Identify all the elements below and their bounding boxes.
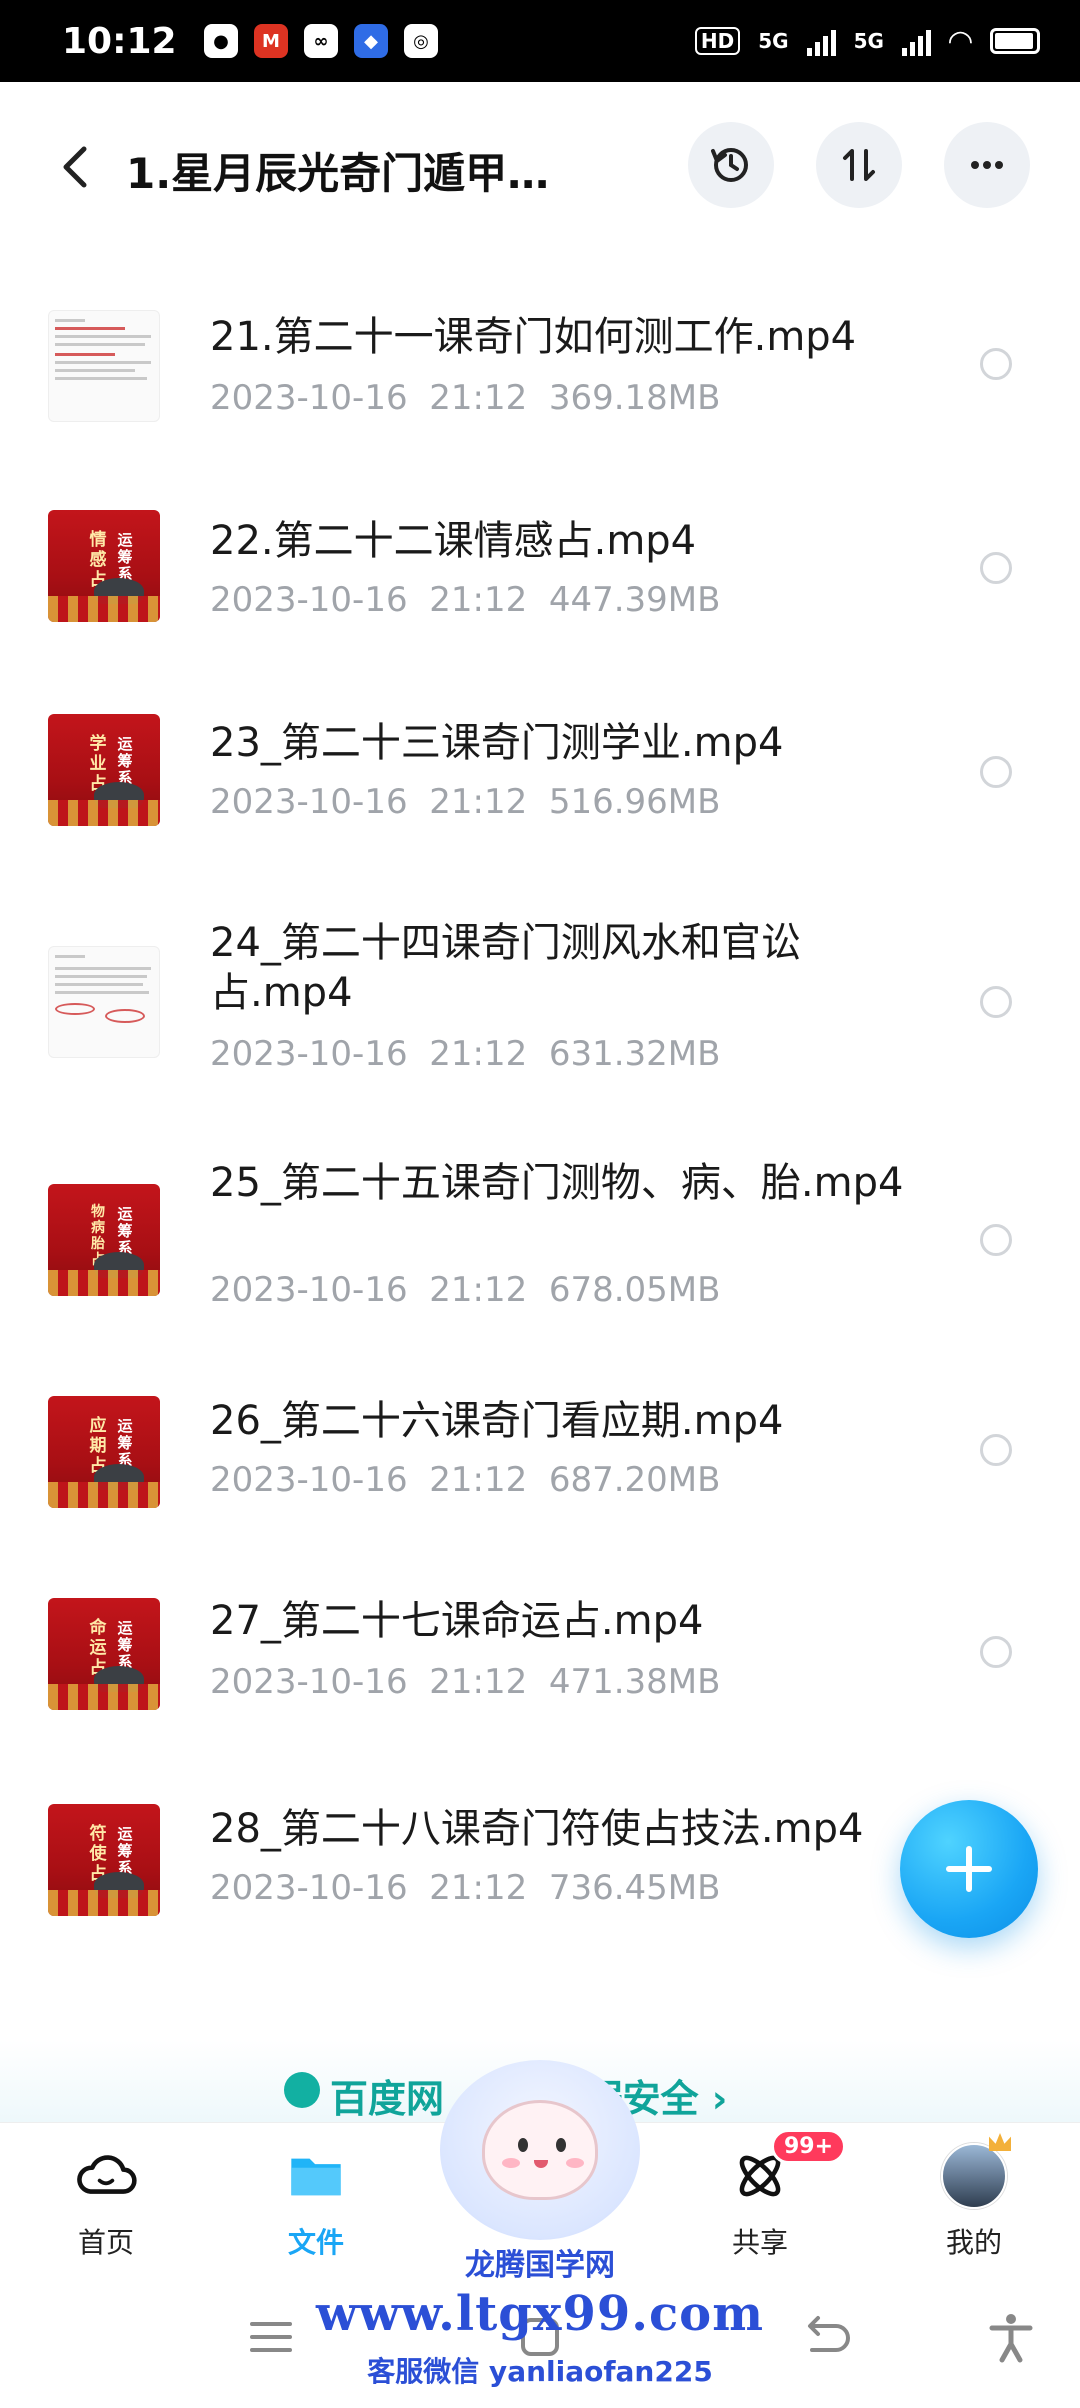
file-thumbnail: 命运占 运筹系统 <box>48 1598 160 1710</box>
mascot-icon[interactable] <box>430 2060 650 2250</box>
list-item[interactable]: 命运占 运筹系统 27_第二十七课命运占.mp4 2023-10-16 21:1… <box>0 1540 1080 1744</box>
file-name: 21.第二十一课奇门如何测工作.mp4 <box>210 314 857 360</box>
notification-badge: 99+ <box>771 2129 847 2164</box>
signal-icon <box>806 26 836 56</box>
watermark-url: www.ltgx99.com <box>316 2286 764 2342</box>
sort-button[interactable] <box>816 122 902 208</box>
select-radio[interactable] <box>980 552 1012 584</box>
select-radio[interactable] <box>980 1636 1012 1668</box>
add-button[interactable] <box>900 1800 1038 1938</box>
file-meta: 2023-10-16 21:12 471.38MB <box>210 1662 721 1702</box>
file-name: 26_第二十六课奇门看应期.mp4 <box>210 1398 784 1444</box>
file-name: 25_第二十五课奇门测物、病、胎.mp4 <box>210 1160 904 1206</box>
file-name: 23_第二十三课奇门测学业.mp4 <box>210 720 784 766</box>
list-item[interactable]: 24_第二十四课奇门测风水和官讼占.mp4 2023-10-16 21:12 6… <box>0 864 1080 1100</box>
share-atom-icon: 99+ <box>725 2129 847 2211</box>
file-thumbnail: 情感占 运筹系统 <box>48 510 160 622</box>
list-item[interactable]: 物病胎占 运筹系统 25_第二十五课奇门测物、病、胎.mp4 2023-10-1… <box>0 1100 1080 1336</box>
cloud-drive-icon: ∞ <box>304 24 338 58</box>
network-label-1: 5G <box>758 29 789 53</box>
select-radio[interactable] <box>980 1434 1012 1466</box>
file-thumbnail: 符使占 运筹系统 <box>48 1804 160 1916</box>
list-item[interactable]: 21.第二十一课奇门如何测工作.mp4 2023-10-16 21:12 369… <box>0 252 1080 456</box>
list-item[interactable]: 学业占 运筹系统 23_第二十三课奇门测学业.mp4 2023-10-16 21… <box>0 660 1080 864</box>
sort-icon <box>843 149 875 181</box>
file-thumbnail: 学业占 运筹系统 <box>48 714 160 826</box>
page-title: 1.星月辰光奇门遁甲… <box>126 149 550 198</box>
file-name: 24_第二十四课奇门测风水和官讼占.mp4 <box>210 920 801 1016</box>
browser-icon: ◎ <box>404 24 438 58</box>
file-thumbnail <box>48 946 160 1058</box>
back-arrow-icon[interactable] <box>50 137 100 197</box>
status-time: 10:12 <box>62 20 177 62</box>
file-meta: 2023-10-16 21:12 687.20MB <box>210 1460 721 1500</box>
history-button[interactable] <box>688 122 774 208</box>
folder-icon <box>281 2141 351 2211</box>
file-meta: 2023-10-16 21:12 447.39MB <box>210 580 721 620</box>
signal-icon-2 <box>901 26 931 56</box>
file-meta: 2023-10-16 21:12 516.96MB <box>210 782 721 822</box>
header: 1.星月辰光奇门遁甲… <box>0 82 1080 252</box>
plus-icon <box>946 1846 992 1892</box>
select-radio[interactable] <box>980 348 1012 380</box>
file-thumbnail: 物病胎占 运筹系统 <box>48 1184 160 1296</box>
select-radio[interactable] <box>980 986 1012 1018</box>
crown-icon <box>989 2133 1011 2151</box>
file-name: 28_第二十八课奇门符使占技法.mp4 <box>210 1806 864 1852</box>
chat-icon: ● <box>204 24 238 58</box>
file-meta: 2023-10-16 21:12 631.32MB <box>210 1034 721 1074</box>
list-item[interactable]: 应期占 运筹系统 26_第二十六课奇门看应期.mp4 2023-10-16 21… <box>0 1336 1080 1540</box>
list-item[interactable]: 情感占 运筹系统 22.第二十二课情感占.mp4 2023-10-16 21:1… <box>0 456 1080 660</box>
network-label-2: 5G <box>853 29 884 53</box>
avatar <box>941 2143 1007 2209</box>
file-name: 22.第二十二课情感占.mp4 <box>210 518 697 564</box>
select-radio[interactable] <box>980 756 1012 788</box>
watermark-contact: 客服微信 yanliaofan225 <box>367 2355 713 2388</box>
notification-icons: ● M ∞ ◆ ◎ <box>204 24 438 58</box>
file-thumbnail <box>48 310 160 422</box>
status-right: HD 5G 5G ◠ <box>694 23 1040 59</box>
file-meta: 2023-10-16 21:12 678.05MB <box>210 1270 721 1310</box>
watermark-site-name: 龙腾国学网 <box>465 2248 615 2283</box>
file-meta: 2023-10-16 21:12 369.18MB <box>210 378 721 418</box>
file-thumbnail: 应期占 运筹系统 <box>48 1396 160 1508</box>
wifi-icon: ◠ <box>948 23 972 59</box>
hd-label: HD <box>694 27 741 55</box>
file-name: 27_第二十七课命运占.mp4 <box>210 1598 704 1644</box>
shield-icon <box>284 2072 320 2108</box>
baidu-icon: ◆ <box>354 24 388 58</box>
status-bar: 10:12 ● M ∞ ◆ ◎ HD 5G 5G ◠ <box>0 0 1080 82</box>
file-meta: 2023-10-16 21:12 736.45MB <box>210 1868 721 1908</box>
bank-app-icon: M <box>254 24 288 58</box>
more-button[interactable] <box>944 122 1030 208</box>
avatar-icon <box>939 2133 1011 2211</box>
home-cloud-icon <box>71 2141 141 2211</box>
select-radio[interactable] <box>980 1224 1012 1256</box>
more-icon <box>971 161 1003 169</box>
battery-icon <box>990 28 1040 54</box>
history-icon <box>711 148 748 182</box>
